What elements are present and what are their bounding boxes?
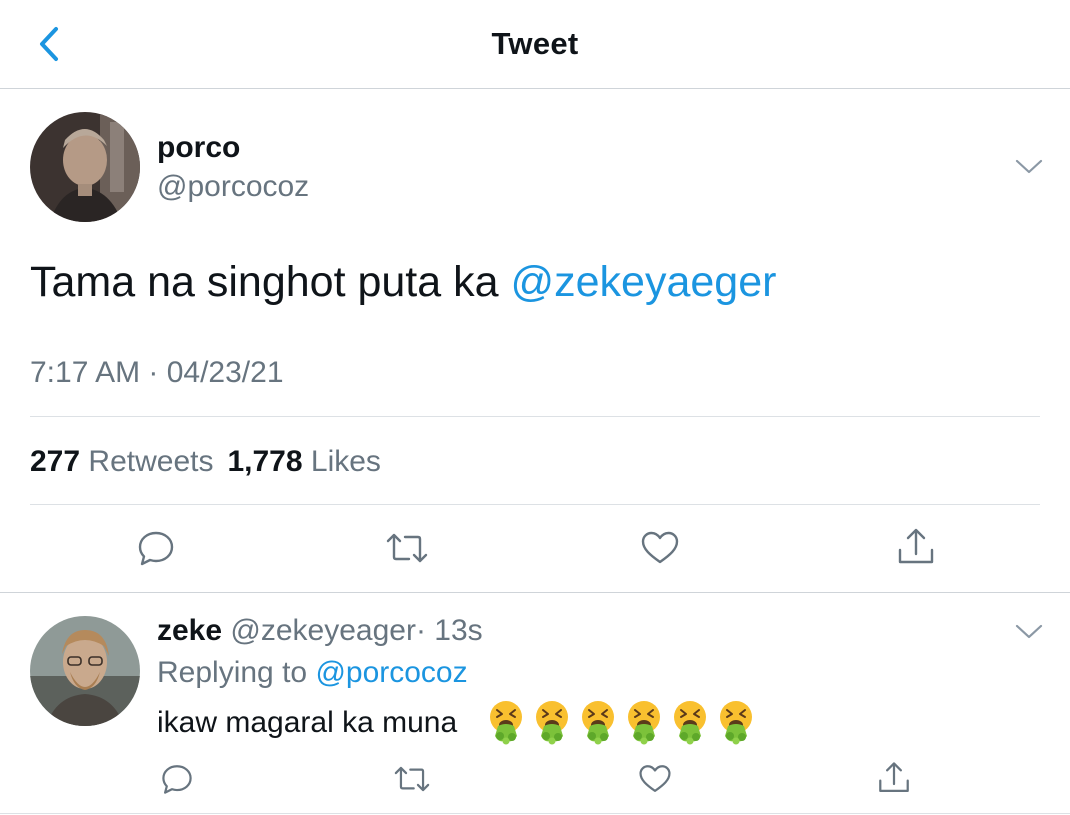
vomiting-face-emoji <box>720 701 752 745</box>
reply-text: ikaw magaral ka muna <box>157 706 458 739</box>
replying-to: Replying to @porcocoz <box>157 656 468 690</box>
vomiting-face-emoji <box>674 701 706 745</box>
share-icon[interactable] <box>895 526 937 568</box>
reply-icon[interactable] <box>160 762 194 796</box>
reply-icon[interactable] <box>136 528 176 568</box>
retweets-stat[interactable]: 277 Retweets <box>30 445 213 478</box>
tweet-timestamp[interactable]: 7:17 AM · 04/23/21 <box>30 356 284 390</box>
like-label: Likes <box>310 445 381 478</box>
emoji-group <box>490 701 752 745</box>
vomiting-face-emoji <box>628 701 660 745</box>
engagement-stats: 277 Retweets 1,778 Likes <box>30 445 381 479</box>
divider <box>30 504 1040 505</box>
retweet-label: Retweets <box>88 445 214 478</box>
vomiting-face-emoji <box>582 701 614 745</box>
author-name[interactable]: porco <box>157 131 240 165</box>
reply-author-handle[interactable]: @zekeyeager <box>230 614 416 647</box>
vomiting-face-emoji <box>536 701 568 745</box>
like-count: 1,778 <box>227 445 303 478</box>
replying-to-label: Replying to <box>157 656 308 689</box>
divider <box>0 813 1070 814</box>
chevron-down-icon[interactable] <box>1014 156 1044 176</box>
vomiting-face-emoji <box>490 701 522 745</box>
page-title: Tweet <box>491 26 579 61</box>
tweet-text: Tama na singhot puta ka @zekeyaeger <box>30 258 776 307</box>
mention-link[interactable]: @zekeyaeger <box>510 258 776 306</box>
like-icon[interactable] <box>638 762 672 796</box>
reply-header: zeke @zekeyeager· 13s <box>157 614 483 648</box>
divider <box>30 416 1040 417</box>
retweet-icon[interactable] <box>384 528 430 568</box>
reply-author-avatar[interactable] <box>30 616 140 726</box>
share-icon[interactable] <box>876 760 912 796</box>
likes-stat[interactable]: 1,778 Likes <box>227 445 380 478</box>
tweet-body: Tama na singhot puta ka <box>30 258 511 306</box>
divider <box>0 592 1070 593</box>
author-handle[interactable]: @porcocoz <box>157 170 309 204</box>
retweet-icon[interactable] <box>392 762 432 796</box>
reply-author-name[interactable]: zeke <box>157 614 222 647</box>
emoji-row <box>486 700 761 746</box>
like-icon[interactable] <box>640 528 680 568</box>
replying-to-link[interactable]: @porcocoz <box>315 656 467 689</box>
author-avatar[interactable] <box>30 112 140 222</box>
retweet-count: 277 <box>30 445 81 478</box>
reply-time: · 13s <box>415 614 483 647</box>
chevron-down-icon[interactable] <box>1014 621 1044 641</box>
